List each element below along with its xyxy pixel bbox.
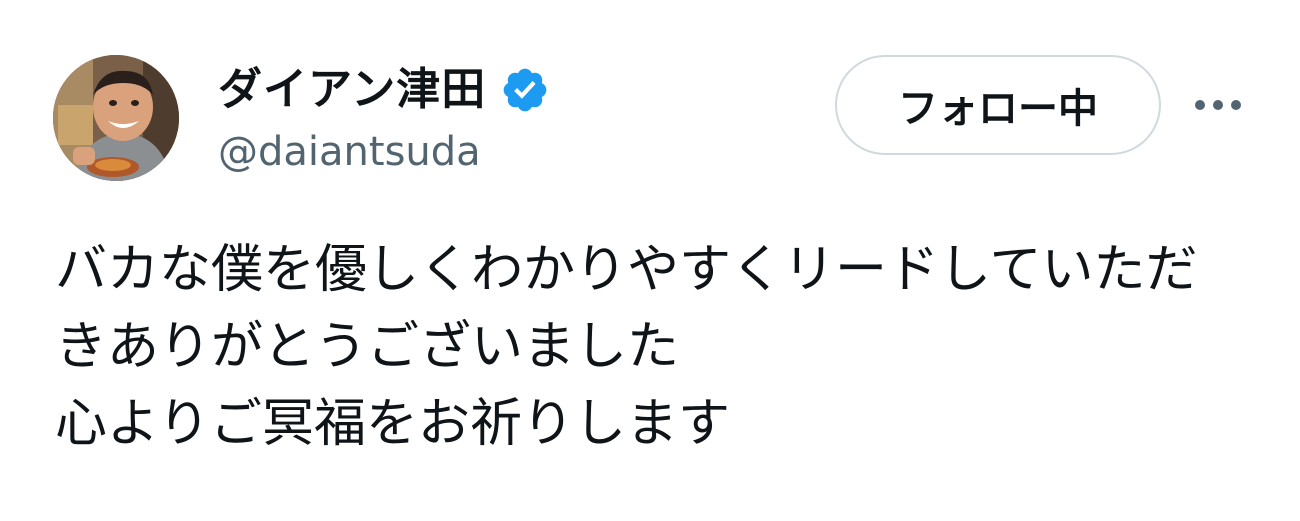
display-name-row: ダイアン津田 — [218, 60, 550, 120]
more-options-button[interactable] — [1188, 80, 1248, 130]
display-name[interactable]: ダイアン津田 — [218, 60, 486, 120]
tweet-line: きありがとうございました — [55, 317, 680, 377]
tweet-text: バカな僕を優しくわかりやすくリードしていただ きありがとうございました 心よりご… — [55, 232, 1255, 463]
avatar[interactable] — [53, 55, 179, 181]
verified-badge-icon — [503, 68, 547, 112]
profile-photo — [53, 55, 179, 181]
more-options-icon — [1195, 100, 1241, 110]
tweet-line: 心よりご冥福をお祈りします — [55, 394, 730, 454]
following-button[interactable]: フォロー中 — [835, 55, 1161, 155]
user-handle[interactable]: @daiantsuda — [218, 126, 481, 178]
tweet-line: バカな僕を優しくわかりやすくリードしていただ — [55, 240, 1198, 300]
